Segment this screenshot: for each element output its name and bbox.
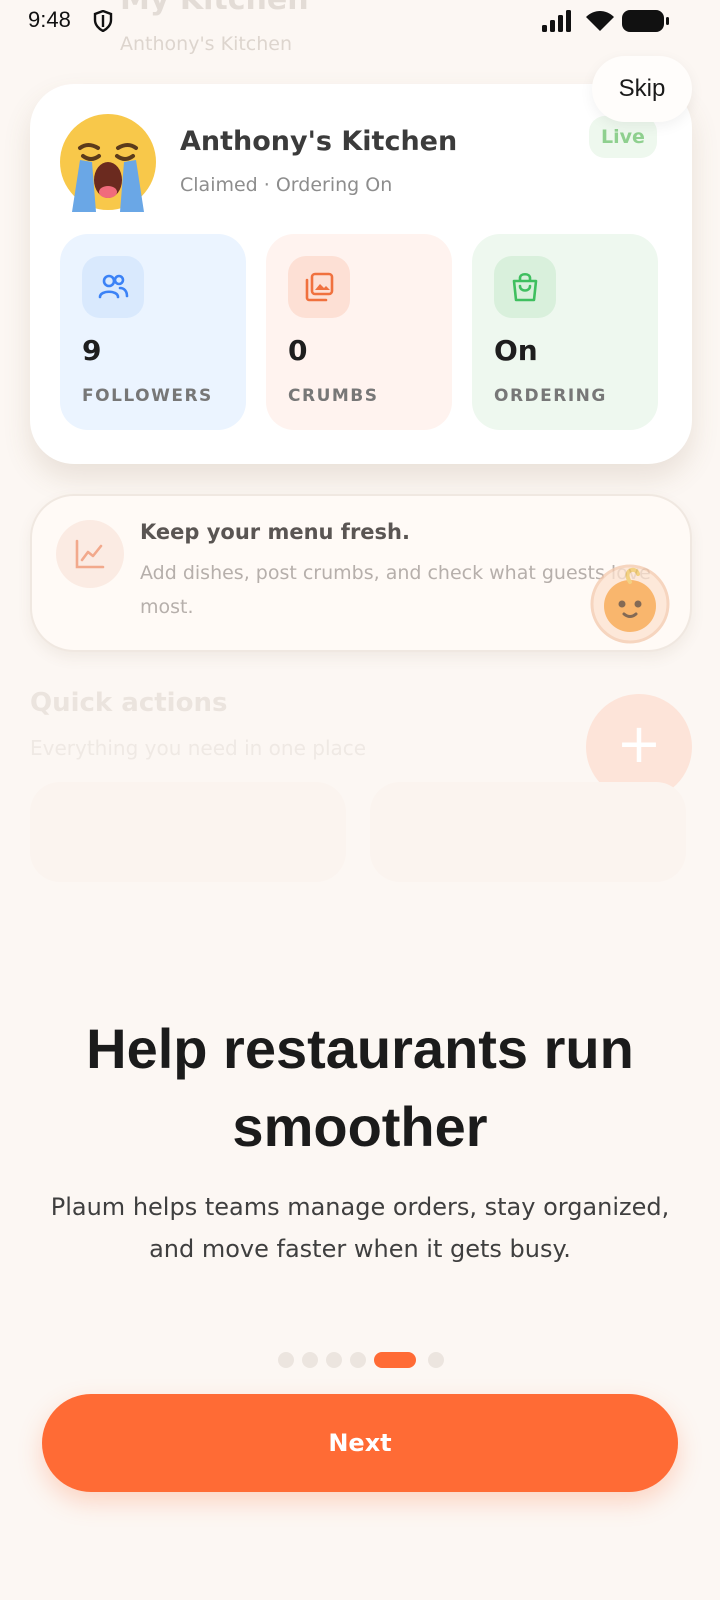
onboarding-title: Help restaurants run smoother [86,1017,634,1158]
live-status-badge: Live [589,116,657,158]
photos-icon [288,256,350,318]
shield-icon [93,10,113,32]
people-icon [82,256,144,318]
quick-action-tile [370,782,686,882]
kitchen-summary-card: Anthony's Kitchen Claimed · Ordering On … [30,84,692,464]
kitchen-name: Anthony's Kitchen [180,126,458,157]
page-dot [326,1352,342,1368]
kitchen-status: Claimed · Ordering On [180,174,393,196]
followers-stat-tile[interactable]: 9 FOLLOWERS [60,234,246,430]
next-button[interactable]: Next [42,1394,678,1492]
quick-actions-title: Quick actions [30,688,228,718]
page-dot [350,1352,366,1368]
page-indicator [0,1352,720,1368]
ordering-status: On [494,334,538,367]
followers-count: 9 [82,334,102,367]
crumbs-stat-tile[interactable]: 0 CRUMBS [266,234,452,430]
quick-action-tile [30,782,346,882]
ordering-stat-tile[interactable]: On ORDERING [472,234,658,430]
crumbs-label: CRUMBS [288,386,379,406]
battery-icon [622,10,669,32]
page-dot [428,1352,444,1368]
wifi-icon [586,11,614,31]
skip-button[interactable]: Skip [592,56,692,122]
followers-label: FOLLOWERS [82,386,213,406]
status-time: 9:48 [28,7,71,32]
onboarding-body: Plaum helps teams manage orders, stay or… [50,1193,670,1263]
page-dot-active [374,1352,416,1368]
page-dot [278,1352,294,1368]
page-dot [302,1352,318,1368]
menu-tip-card: Keep your menu fresh. Add dishes, post c… [30,494,692,652]
ordering-label: ORDERING [494,386,607,406]
trend-chart-icon [56,520,124,588]
status-bar: 9:48 [0,0,720,44]
shopping-bag-icon [494,256,556,318]
signal-icon [542,10,571,32]
tip-title: Keep your menu fresh. [140,520,410,544]
quick-actions-subtitle: Everything you need in one place [30,736,367,760]
crumbs-count: 0 [288,334,308,367]
crying-face-emoji-icon [60,114,156,212]
mascot-icon [590,564,670,644]
